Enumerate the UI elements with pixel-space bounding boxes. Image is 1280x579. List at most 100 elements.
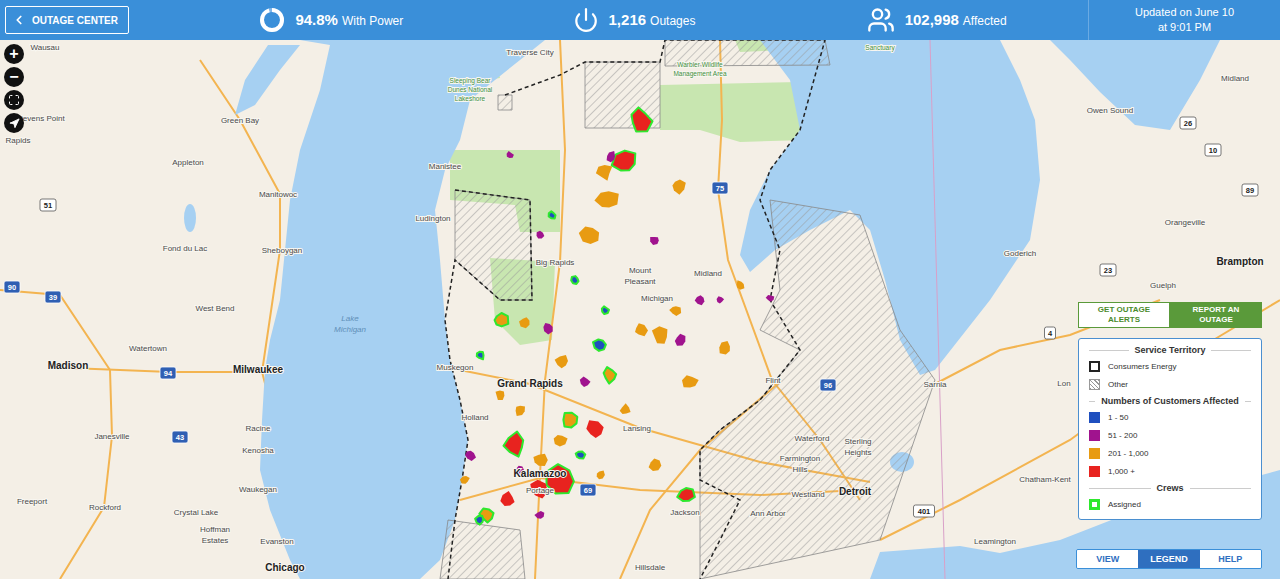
outage-area[interactable] (597, 471, 605, 480)
outage-area[interactable] (682, 375, 699, 387)
map-label: Midland (694, 269, 722, 278)
svg-text:23: 23 (1104, 266, 1112, 275)
stat-value: 102,998 (905, 11, 959, 28)
outage-area[interactable] (580, 377, 591, 388)
legend-section-title: Numbers of Customers Affected (1089, 396, 1251, 406)
outage-area[interactable] (607, 151, 615, 162)
outage-center-page: OUTAGE CENTER94.8%With Power1,216Outages… (0, 0, 1280, 579)
svg-text:69: 69 (584, 486, 592, 495)
outage-area[interactable] (504, 432, 524, 457)
outage-area[interactable] (576, 452, 586, 459)
action-button[interactable]: REPORT AN OUTAGE (1170, 302, 1262, 328)
svg-text:10: 10 (1209, 146, 1217, 155)
other-territory (440, 520, 525, 579)
map-label: Management Area (673, 70, 727, 78)
locate-button[interactable] (4, 113, 24, 133)
bottom-tab[interactable]: HELP (1200, 550, 1261, 568)
outage-area[interactable] (677, 488, 695, 501)
action-button[interactable]: GET OUTAGE ALERTS (1078, 302, 1170, 328)
bottom-tab[interactable]: VIEW (1077, 550, 1138, 568)
map-label: Ludington (415, 214, 450, 223)
road-shield: 51 (40, 199, 56, 211)
outage-area[interactable] (652, 326, 668, 344)
right-panel: GET OUTAGE ALERTSREPORT AN OUTAGEService… (1078, 302, 1262, 520)
outage-area[interactable] (579, 227, 599, 245)
outage-area[interactable] (766, 295, 775, 302)
outage-area[interactable] (586, 420, 603, 438)
zoom-in-button[interactable]: + (4, 44, 24, 64)
map-label: Flint (765, 376, 781, 385)
outage-area[interactable] (650, 237, 659, 245)
outage-area[interactable] (555, 355, 568, 368)
map-label: Pleasant (624, 277, 656, 286)
outage-area[interactable] (475, 516, 483, 525)
outage-area[interactable] (669, 306, 681, 316)
map-label: Sheboygan (262, 246, 302, 255)
outage-area[interactable] (549, 211, 556, 218)
action-row: GET OUTAGE ALERTSREPORT AN OUTAGE (1078, 302, 1262, 328)
outage-area[interactable] (604, 367, 617, 384)
outage-area[interactable] (612, 151, 636, 171)
road-shield: 26 (1180, 117, 1196, 129)
outage-area[interactable] (507, 151, 514, 158)
outage-area[interactable] (554, 435, 568, 447)
outage-area[interactable] (672, 180, 685, 195)
svg-text:26: 26 (1184, 119, 1192, 128)
bottom-tab[interactable]: LEGEND (1138, 550, 1199, 568)
road-shield: 75 (712, 182, 728, 194)
outage-area[interactable] (675, 334, 686, 346)
outage-area[interactable] (594, 191, 618, 207)
outage-center-button[interactable]: OUTAGE CENTER (5, 6, 129, 34)
outage-area[interactable] (593, 339, 606, 351)
svg-text:89: 89 (1246, 186, 1254, 195)
outage-area[interactable] (737, 280, 745, 289)
stat-value: 94.8% (295, 11, 338, 28)
legend-item: 201 - 1,000 (1089, 447, 1251, 460)
outage-area[interactable] (516, 406, 525, 416)
outage-area[interactable] (563, 413, 577, 428)
outage-area[interactable] (717, 296, 725, 303)
fullscreen-button[interactable] (4, 90, 24, 110)
map-label: Muskegon (437, 363, 474, 372)
outage-area[interactable] (602, 306, 609, 314)
map-label: Mount (629, 266, 652, 275)
map-label: Holland (461, 413, 488, 422)
map-label: Hills (792, 465, 807, 474)
highway (535, 40, 565, 579)
legend-item: 51 - 200 (1089, 429, 1251, 442)
outage-area[interactable] (719, 341, 730, 355)
outage-area[interactable] (632, 107, 653, 131)
stat-text: 94.8%With Power (295, 11, 403, 29)
park-area (660, 82, 805, 142)
road-shield: 401 (914, 505, 935, 517)
lake-winnebago (184, 204, 196, 232)
outage-area[interactable] (495, 313, 509, 326)
outage-area[interactable] (649, 459, 662, 471)
chevron-left-icon (12, 13, 26, 27)
outage-area[interactable] (500, 491, 514, 506)
outage-area[interactable] (534, 511, 544, 519)
outage-area[interactable] (496, 391, 505, 400)
map-label: Jackson (670, 508, 699, 517)
outage-area[interactable] (465, 451, 476, 461)
outage-area[interactable] (620, 403, 631, 414)
outage-area[interactable] (635, 323, 648, 336)
outage-area[interactable] (519, 317, 530, 328)
legend-section-title: Crews (1089, 483, 1251, 493)
outage-area[interactable] (477, 352, 484, 360)
outage-area[interactable] (543, 323, 552, 335)
zoom-out-button[interactable]: − (4, 67, 24, 87)
map-label: Goderich (1004, 249, 1036, 258)
svg-text:39: 39 (49, 293, 57, 302)
outage-area[interactable] (695, 295, 705, 305)
map-label: Evanston (260, 537, 293, 546)
outage-area[interactable] (533, 454, 547, 466)
road-shield: 4 (1045, 327, 1056, 339)
outage-area[interactable] (460, 476, 470, 484)
outage-area[interactable] (537, 231, 545, 239)
outage-area[interactable] (571, 276, 578, 284)
legend-item: Assigned (1089, 498, 1251, 511)
outage-area[interactable] (596, 165, 612, 181)
lake-michigan (260, 40, 545, 579)
land (0, 40, 1280, 579)
